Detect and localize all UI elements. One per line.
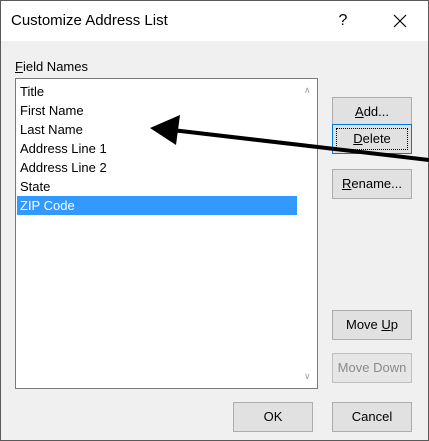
close-button[interactable] <box>380 7 420 35</box>
list-item[interactable]: State <box>17 177 297 196</box>
window-title: Customize Address List <box>11 12 168 29</box>
close-icon <box>393 14 407 28</box>
listbox-scrollbar[interactable]: ∧ ∨ <box>300 79 317 388</box>
delete-button[interactable]: Delete <box>332 124 412 154</box>
move-down-button[interactable]: Move Down <box>332 353 412 383</box>
ok-button[interactable]: OK <box>233 402 313 432</box>
move-up-button[interactable]: Move Up <box>332 310 412 340</box>
list-item[interactable]: Address Line 1 <box>17 139 297 158</box>
field-names-listbox[interactable]: Title First Name Last Name Address Line 1 Ad… <box>15 78 318 389</box>
scroll-up-icon[interactable]: ∧ <box>304 85 311 96</box>
list-item[interactable]: Last Name <box>17 120 297 139</box>
list-item[interactable]: ZIP Code <box>17 196 297 215</box>
scroll-down-icon[interactable]: ∨ <box>304 371 311 382</box>
field-names-list: Title First Name Last Name Address Line 1 Ad… <box>17 82 297 215</box>
help-button[interactable]: ? <box>323 7 363 35</box>
field-names-label: Field Names <box>15 59 88 74</box>
cancel-button[interactable]: Cancel <box>332 402 412 432</box>
customize-address-list-dialog: Customize Address List ? Field Names Tit… <box>0 0 429 441</box>
list-item[interactable]: Address Line 2 <box>17 158 297 177</box>
list-item[interactable]: First Name <box>17 101 297 120</box>
title-bar: Customize Address List ? <box>1 1 428 41</box>
rename-button[interactable]: Rename... <box>332 169 412 199</box>
add-button[interactable]: Add... <box>332 97 412 127</box>
list-item[interactable]: Title <box>17 82 297 101</box>
